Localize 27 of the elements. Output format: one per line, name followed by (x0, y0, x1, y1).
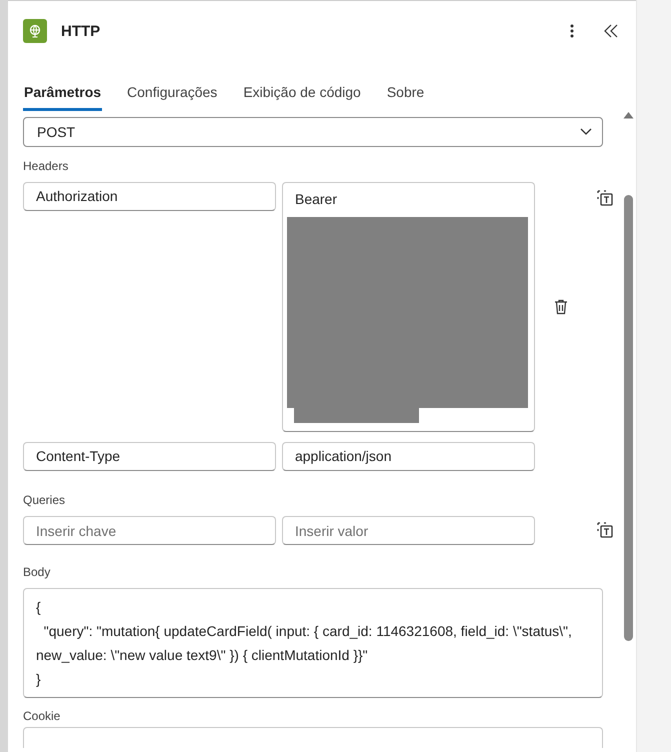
more-options-icon[interactable] (570, 24, 574, 38)
scrollbar-thumb[interactable] (624, 195, 633, 641)
tab[interactable]: Parâmetros (22, 84, 102, 111)
query-value-field[interactable]: Inserir valor (282, 516, 535, 545)
query-key-field[interactable]: Inserir chave (22, 516, 276, 545)
cookie-field[interactable] (22, 727, 603, 748)
tab[interactable]: Configurações (126, 84, 218, 111)
tab[interactable]: Exibição de código (242, 84, 362, 111)
section-label: Cookie (22, 709, 60, 723)
delete-all-icon[interactable] (596, 521, 614, 539)
section-label: Queries (22, 493, 66, 507)
section-label: Headers (22, 159, 68, 173)
header-key-field[interactable]: Authorization (22, 182, 276, 211)
chevron-down-icon (580, 128, 592, 136)
body-editor[interactable]: { "query": "mutation{ updateCardField( input: { card_id: 1146321608, field_id: \"status\", new_value: \"new value text9\" }) { clientMutationId }}" } (22, 588, 603, 698)
header-key-field[interactable]: Content-Type (22, 442, 276, 471)
trash-icon[interactable] (554, 299, 568, 315)
tab[interactable]: Sobre (386, 84, 426, 111)
header-value-field[interactable]: application/json (282, 442, 535, 471)
section-label: Body (22, 565, 50, 579)
collapse-icon[interactable] (604, 24, 618, 38)
scroll-up-icon[interactable] (622, 111, 634, 119)
header-value-field[interactable]: Bearer (282, 182, 535, 432)
globe-icon (28, 24, 42, 38)
method-dropdown[interactable]: POST (22, 117, 603, 147)
panel-title: HTTP (60, 22, 102, 40)
delete-all-icon[interactable] (596, 189, 614, 207)
